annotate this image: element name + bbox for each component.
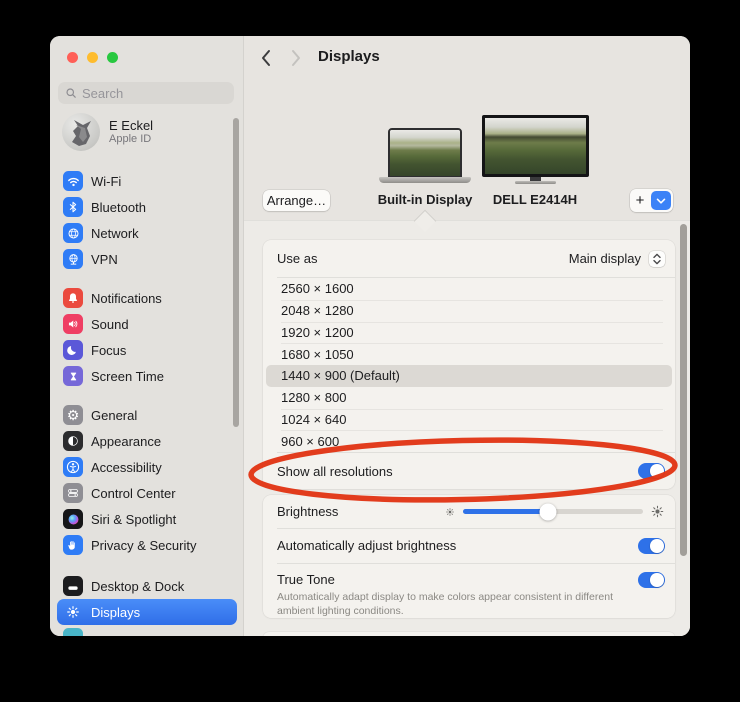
wallpaper-image: [390, 130, 460, 176]
close-button[interactable]: [67, 52, 78, 63]
sidebar-item-desktop-dock[interactable]: Desktop & Dock: [57, 573, 237, 599]
use-as-label: Use as: [277, 251, 318, 266]
network-globe-icon: [63, 223, 83, 243]
magnifier-icon: [66, 88, 76, 98]
brightness-row: Brightness: [263, 495, 675, 528]
auto-brightness-row: Automatically adjust brightness: [263, 529, 675, 562]
sidebar-item-siri-spotlight[interactable]: Siri & Spotlight: [57, 506, 237, 532]
brightness-high-icon: [651, 505, 664, 518]
profile-name: E Eckel: [109, 118, 154, 133]
display-thumbnail-builtin[interactable]: [379, 128, 471, 183]
search-input[interactable]: Search: [58, 82, 234, 104]
brightness-slider[interactable]: [444, 503, 665, 521]
plus-icon: +: [635, 192, 645, 209]
back-button[interactable]: [260, 49, 272, 67]
brightness-fill: [463, 509, 548, 514]
vpn-icon: [63, 249, 83, 269]
brightness-low-icon: [446, 507, 454, 516]
main-pane: Displays Built-in Display DELL E2414H Ar…: [243, 36, 690, 636]
sidebar-item-bluetooth[interactable]: Bluetooth: [57, 194, 237, 220]
true-tone-label: True Tone: [277, 571, 335, 587]
speaker-icon: [63, 314, 83, 334]
next-settings-card-partial: [263, 632, 675, 636]
resolution-option[interactable]: 1680 × 1050: [263, 343, 675, 365]
sidebar-item-vpn[interactable]: VPN: [57, 246, 237, 272]
resolution-option[interactable]: 2048 × 1280: [263, 299, 675, 322]
auto-brightness-toggle[interactable]: [638, 537, 665, 555]
true-tone-toggle[interactable]: [638, 571, 665, 589]
show-all-resolutions-label: Show all resolutions: [277, 463, 393, 479]
sidebar-item-notifications[interactable]: Notifications: [57, 285, 237, 311]
chevron-down-icon[interactable]: [651, 191, 671, 210]
resolution-option[interactable]: 1024 × 640: [263, 408, 675, 431]
display-name-dell: DELL E2414H: [492, 192, 578, 207]
hand-icon: [63, 535, 83, 555]
use-as-row: Use as Main display: [263, 240, 675, 277]
sidebar-scrollbar[interactable]: [233, 118, 239, 427]
traffic-lights: [67, 52, 118, 63]
wifi-icon: [63, 171, 83, 191]
resolution-list: 2560 × 1600 2048 × 1280 1920 × 1200 1680…: [263, 278, 675, 452]
use-as-value: Main display: [568, 251, 641, 266]
sidebar-item-privacy-security[interactable]: Privacy & Security: [57, 532, 237, 558]
sidebar-item-focus[interactable]: Focus: [57, 337, 237, 363]
sidebar-item-control-center[interactable]: Control Center: [57, 480, 237, 506]
bell-icon: [63, 288, 83, 308]
resolution-option[interactable]: 1280 × 800: [263, 387, 675, 409]
page-title: Displays: [318, 48, 380, 65]
profile-subtitle: Apple ID: [109, 133, 152, 145]
arrange-button[interactable]: Arrange…: [263, 190, 330, 211]
add-display-button[interactable]: +: [630, 189, 673, 212]
sidebar-item-general[interactable]: ⚙ General: [57, 402, 237, 428]
search-placeholder: Search: [82, 85, 124, 101]
sidebar-item-network[interactable]: Network: [57, 220, 237, 246]
auto-brightness-label: Automatically adjust brightness: [277, 538, 457, 554]
resolution-option[interactable]: 960 × 600: [263, 430, 675, 452]
resolution-option[interactable]: 2560 × 1600: [263, 278, 675, 300]
brightness-card: Brightness Automatically adjust brightne…: [263, 495, 675, 618]
moon-icon: [63, 340, 83, 360]
sidebar-nav: Wi-Fi Bluetooth Network VPN Notification…: [57, 168, 237, 636]
apple-id-profile[interactable]: E Eckel Apple ID: [58, 110, 234, 154]
sidebar-item-partial[interactable]: [57, 625, 237, 636]
control-center-icon: [63, 483, 83, 503]
use-as-dropdown[interactable]: [649, 250, 665, 267]
appearance-icon: [63, 431, 83, 451]
show-all-resolutions-row: Show all resolutions: [263, 453, 675, 489]
forward-button[interactable]: [290, 49, 302, 67]
resolution-card: Use as Main display 2560 × 1600 2048 × 1…: [263, 240, 675, 489]
brightness-label: Brightness: [277, 504, 339, 520]
zoom-button[interactable]: [107, 52, 118, 63]
sidebar: Search E Eckel Apple ID Wi-Fi Bluetooth …: [50, 36, 243, 636]
sidebar-item-sound[interactable]: Sound: [57, 311, 237, 337]
minimize-button[interactable]: [87, 52, 98, 63]
brightness-track[interactable]: [463, 503, 643, 521]
sun-icon: [63, 602, 83, 622]
main-scrollbar[interactable]: [680, 224, 687, 556]
avatar: [62, 113, 100, 151]
true-tone-row: True Tone Automatically adapt display to…: [263, 564, 675, 618]
wallpaper-image: [485, 118, 586, 174]
gear-icon: ⚙: [63, 405, 83, 425]
brightness-knob[interactable]: [539, 503, 557, 521]
accessibility-icon: [63, 457, 83, 477]
resolution-option[interactable]: 1920 × 1200: [263, 321, 675, 344]
sidebar-item-accessibility[interactable]: Accessibility: [57, 454, 237, 480]
system-settings-window: Search E Eckel Apple ID Wi-Fi Bluetooth …: [50, 36, 690, 636]
dock-icon: [63, 576, 83, 596]
sidebar-item-displays[interactable]: Displays: [57, 599, 237, 625]
hourglass-icon: [63, 366, 83, 386]
true-tone-description: Automatically adapt display to make colo…: [277, 590, 613, 617]
siri-icon: [63, 509, 83, 529]
sidebar-item-appearance[interactable]: Appearance: [57, 428, 237, 454]
partial-icon: [63, 628, 83, 636]
display-thumbnail-dell[interactable]: [482, 115, 589, 184]
show-all-resolutions-toggle[interactable]: [638, 462, 665, 480]
resolution-option-selected[interactable]: 1440 × 900 (Default): [266, 365, 672, 387]
sidebar-item-wifi[interactable]: Wi-Fi: [57, 168, 237, 194]
bluetooth-icon: [63, 197, 83, 217]
sidebar-item-screen-time[interactable]: Screen Time: [57, 363, 237, 389]
